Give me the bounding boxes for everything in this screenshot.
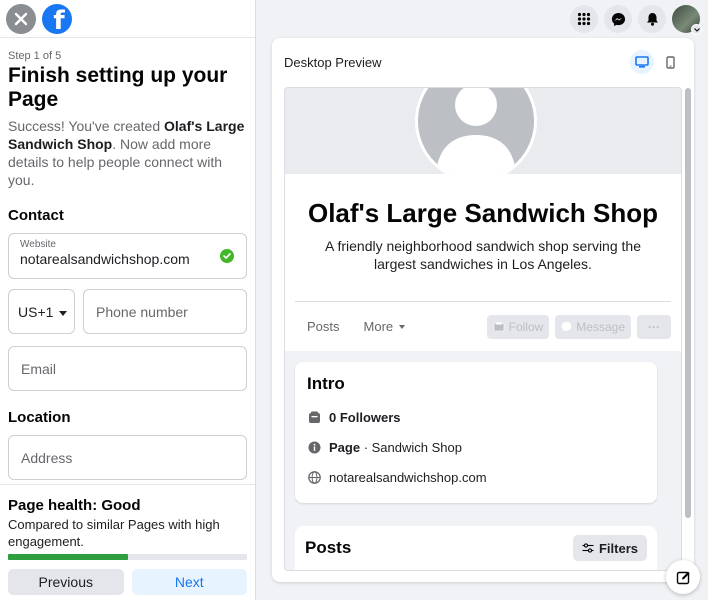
tab-more[interactable]: More [352, 319, 418, 334]
panel-header: f [0, 0, 255, 38]
website-label: Website [20, 239, 56, 250]
check-icon [220, 249, 234, 263]
page-name: Olaf's Large Sandwich Shop [307, 198, 659, 228]
more-options-button[interactable]: ··· [637, 314, 671, 339]
posts-card: Posts Filters [295, 526, 657, 570]
facebook-logo-icon[interactable]: f [42, 3, 72, 34]
messenger-icon[interactable] [604, 5, 632, 33]
compose-button[interactable] [666, 560, 700, 594]
page-health-section: Page health: Good Compared to similar Pa… [0, 484, 255, 600]
page-preview-frame: Olaf's Large Sandwich Shop A friendly ne… [284, 87, 682, 571]
bell-icon[interactable] [638, 5, 666, 33]
contact-heading: Contact [8, 207, 64, 224]
followers-row: 0 Followers [307, 402, 645, 432]
messenger-icon [561, 321, 572, 332]
filters-icon [582, 543, 594, 553]
previous-button[interactable]: Previous [8, 569, 124, 595]
phone-field[interactable]: Phone number [83, 289, 247, 334]
followers-icon [307, 410, 321, 424]
profile-avatar[interactable] [672, 5, 702, 35]
setup-panel: f Step 1 of 5 Finish setting up your Pag… [0, 0, 256, 600]
globe-icon [307, 470, 321, 484]
mobile-icon [665, 55, 675, 69]
page-header: Olaf's Large Sandwich Shop A friendly ne… [285, 174, 681, 351]
next-button[interactable]: Next [131, 569, 247, 595]
chevron-down-icon [399, 324, 406, 329]
tab-posts[interactable]: Posts [295, 319, 352, 334]
posts-title: Posts [305, 538, 352, 557]
close-icon [14, 12, 28, 25]
step-indicator: Step 1 of 5 [8, 50, 62, 62]
mobile-view-button[interactable] [658, 50, 682, 74]
message-button[interactable]: Message [555, 314, 631, 339]
desktop-preview-card: Desktop Preview Olaf's Large Sandwich Sh… [272, 38, 694, 582]
location-heading: Location [8, 409, 71, 426]
address-field[interactable]: Address [8, 435, 247, 480]
desktop-icon [635, 56, 649, 68]
health-progress-fill [8, 554, 128, 560]
view-toggle [630, 50, 682, 74]
chevron-down-icon [691, 24, 702, 35]
preview-scrollbar[interactable] [685, 88, 691, 518]
chevron-down-icon [59, 311, 68, 316]
info-icon [307, 440, 321, 454]
profile-picture-placeholder [415, 88, 537, 182]
filters-button[interactable]: Filters [572, 535, 647, 561]
intro-card: Intro 0 Followers Page · Sandwich Shop n… [295, 362, 657, 503]
page-title: Finish setting up your Page [8, 64, 228, 111]
country-code-select[interactable]: US+1 [8, 289, 75, 334]
health-title: Page health: Good [8, 497, 141, 514]
preview-title: Desktop Preview [284, 54, 382, 70]
email-field[interactable]: Email [8, 346, 247, 391]
health-progress-bar [8, 554, 247, 560]
follow-button[interactable]: Follow [486, 314, 550, 339]
category-row: Page · Sandwich Shop [307, 432, 645, 462]
desktop-view-button[interactable] [630, 50, 654, 74]
follow-icon [493, 322, 504, 331]
intro-title: Intro [307, 374, 345, 393]
page-tabs: Posts More Follow Message ··· [295, 301, 671, 351]
cover-photo [285, 88, 681, 182]
close-button[interactable] [6, 3, 36, 34]
setup-description: Success! You've created Olaf's Large San… [8, 118, 245, 188]
edit-icon [676, 571, 690, 584]
website-row: notarealsandwichshop.com [307, 462, 645, 492]
health-description: Compared to similar Pages with high enga… [8, 517, 220, 549]
menu-grid-icon[interactable] [570, 5, 598, 33]
top-nav-icons [570, 5, 702, 35]
website-value: notarealsandwichshop.com [20, 251, 190, 267]
page-about: A friendly neighborhood sandwich shop se… [325, 238, 641, 272]
website-field[interactable]: Website notarealsandwichshop.com [8, 233, 247, 279]
